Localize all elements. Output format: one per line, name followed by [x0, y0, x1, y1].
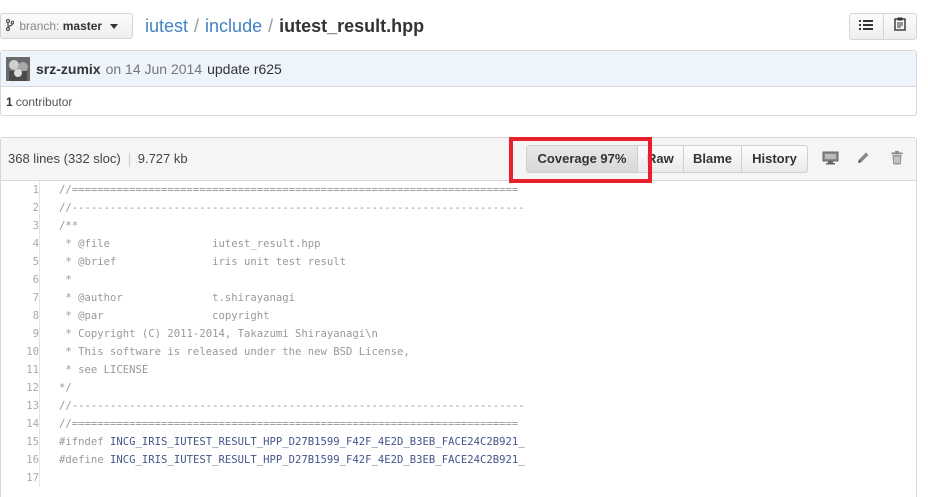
- line-content: * This software is released under the ne…: [59, 346, 410, 358]
- line-number[interactable]: 6: [1, 271, 40, 289]
- preprocessor-directive: #ifndef: [59, 436, 104, 448]
- line-content: *: [59, 274, 72, 286]
- blame-button[interactable]: Blame: [683, 146, 741, 172]
- line-number[interactable]: 7: [1, 289, 40, 307]
- line-number[interactable]: 13: [1, 397, 40, 415]
- code-line: 14 //====================================…: [1, 415, 916, 433]
- code-line: 3 /**: [1, 217, 916, 235]
- branch-selector-button[interactable]: branch: master: [0, 13, 133, 39]
- open-desktop-button[interactable]: [820, 150, 840, 170]
- avatar[interactable]: [6, 56, 30, 81]
- line-number[interactable]: 16: [1, 451, 40, 469]
- list-view-button[interactable]: [850, 14, 883, 39]
- code-line: 1 //=====================================…: [1, 181, 916, 199]
- line-content: * @par copyright: [59, 310, 270, 322]
- file-actions-group: Coverage 97% Raw Blame History: [526, 145, 808, 173]
- line-number[interactable]: 10: [1, 343, 40, 361]
- code-line: 17: [1, 469, 916, 487]
- line-number[interactable]: 9: [1, 325, 40, 343]
- line-content: * see LICENSE: [59, 364, 149, 376]
- line-number[interactable]: 5: [1, 253, 40, 271]
- breadcrumb-repo-link[interactable]: iutest: [145, 16, 188, 36]
- line-number[interactable]: 2: [1, 199, 40, 217]
- code-line: 12 */: [1, 379, 916, 397]
- code-line: 8 * @par copyright: [1, 307, 916, 325]
- line-content: /**: [59, 220, 79, 232]
- code-listing: 1 //=====================================…: [1, 181, 916, 487]
- file-header: 368 lines (332 sloc) 9.727 kb Coverage 97…: [1, 137, 916, 183]
- file-line-count: 368 lines (332 sloc): [8, 151, 121, 166]
- line-content: * @file iutest_result.hpp: [59, 238, 321, 250]
- branch-icon: [5, 15, 16, 39]
- code-line: 2 //-------------------------------------…: [1, 199, 916, 217]
- breadcrumb-separator: /: [194, 16, 200, 36]
- macro-name: INCG_IRIS_IUTEST_RESULT_HPP_D27B1599_F42…: [103, 454, 525, 466]
- line-number[interactable]: 8: [1, 307, 40, 325]
- line-content: * @brief iris unit test result: [59, 256, 347, 268]
- line-number[interactable]: 4: [1, 235, 40, 253]
- coverage-button[interactable]: Coverage 97%: [527, 146, 637, 172]
- delete-file-button[interactable]: [887, 150, 907, 170]
- clipboard-icon: [894, 17, 906, 36]
- pencil-icon: [856, 151, 870, 170]
- line-number[interactable]: 12: [1, 379, 40, 397]
- branch-label: branch:: [19, 19, 60, 33]
- line-number[interactable]: 14: [1, 415, 40, 433]
- line-number[interactable]: 15: [1, 433, 40, 451]
- line-content: //--------------------------------------…: [59, 400, 525, 412]
- trash-icon: [891, 150, 903, 170]
- contributors-label: contributor: [15, 94, 73, 109]
- line-content: //--------------------------------------…: [59, 202, 525, 214]
- line-content: [40, 469, 59, 487]
- breadcrumb-folder-link[interactable]: include: [205, 16, 262, 36]
- code-line: 5 * @brief iris unit test result: [1, 253, 916, 271]
- line-content: */: [59, 382, 72, 394]
- line-number[interactable]: 17: [1, 469, 40, 487]
- chevron-down-icon: [110, 24, 119, 30]
- code-line: 11 * see LICENSE: [1, 361, 916, 379]
- contributors-summary[interactable]: 1 contributor: [1, 87, 916, 116]
- history-button[interactable]: History: [741, 146, 807, 172]
- code-line: 15 #ifndef INCG_IRIS_IUTEST_RESULT_HPP_D2…: [1, 433, 916, 451]
- code-line: 7 * @author t.shirayanagi: [1, 289, 916, 307]
- code-line: 9 * Copyright (C) 2011-2014, Takazumi Sh…: [1, 325, 916, 343]
- line-number[interactable]: 3: [1, 217, 40, 235]
- edit-file-button[interactable]: [853, 150, 873, 170]
- raw-button[interactable]: Raw: [637, 146, 683, 172]
- code-line: 10 * This software is released under the…: [1, 343, 916, 361]
- latest-commit-box: srz-zumix on 14 Jun 2014 update r625 1 c…: [0, 50, 917, 116]
- code-line: 16 #define INCG_IRIS_IUTEST_RESULT_HPP_D2…: [1, 451, 916, 469]
- line-number[interactable]: 11: [1, 361, 40, 379]
- commit-message-link[interactable]: update r625: [207, 61, 282, 77]
- line-content: //======================================…: [59, 184, 519, 196]
- commit-date: on 14 Jun 2014: [105, 60, 203, 77]
- file-toolbar: [849, 13, 917, 40]
- macro-name: INCG_IRIS_IUTEST_RESULT_HPP_D27B1599_F42…: [103, 436, 525, 448]
- file-info: 368 lines (332 sloc) 9.727 kb: [8, 138, 188, 180]
- breadcrumb-separator: /: [268, 16, 274, 36]
- breadcrumb: iutest / include / iutest_result.hpp: [145, 14, 424, 38]
- branch-name: master: [62, 19, 103, 33]
- list-icon: [859, 18, 874, 36]
- copy-path-button[interactable]: [882, 14, 917, 39]
- file-size: 9.727 kb: [137, 151, 188, 166]
- desktop-icon: [822, 151, 839, 170]
- line-content: * @author t.shirayanagi: [59, 292, 295, 304]
- breadcrumb-file-name: iutest_result.hpp: [279, 16, 425, 36]
- code-line: 4 * @file iutest_result.hpp: [1, 235, 916, 253]
- commit-header: srz-zumix on 14 Jun 2014 update r625: [1, 51, 916, 87]
- line-content: * Copyright (C) 2011-2014, Takazumi Shir…: [59, 328, 378, 340]
- divider: [128, 152, 130, 167]
- line-number[interactable]: 1: [1, 181, 40, 199]
- code-line: 13 //------------------------------------…: [1, 397, 916, 415]
- contributors-count: 1: [6, 94, 13, 109]
- line-content: //======================================…: [59, 418, 519, 430]
- code-line: 6 *: [1, 271, 916, 289]
- line-content: #define INCG_IRIS_IUTEST_RESULT_HPP_D27B…: [40, 451, 525, 469]
- preprocessor-directive: #define: [59, 454, 104, 466]
- file-viewer: 368 lines (332 sloc) 9.727 kb Coverage 97…: [0, 137, 917, 497]
- line-content: #ifndef INCG_IRIS_IUTEST_RESULT_HPP_D27B…: [40, 433, 525, 451]
- commit-author-link[interactable]: srz-zumix: [36, 61, 101, 77]
